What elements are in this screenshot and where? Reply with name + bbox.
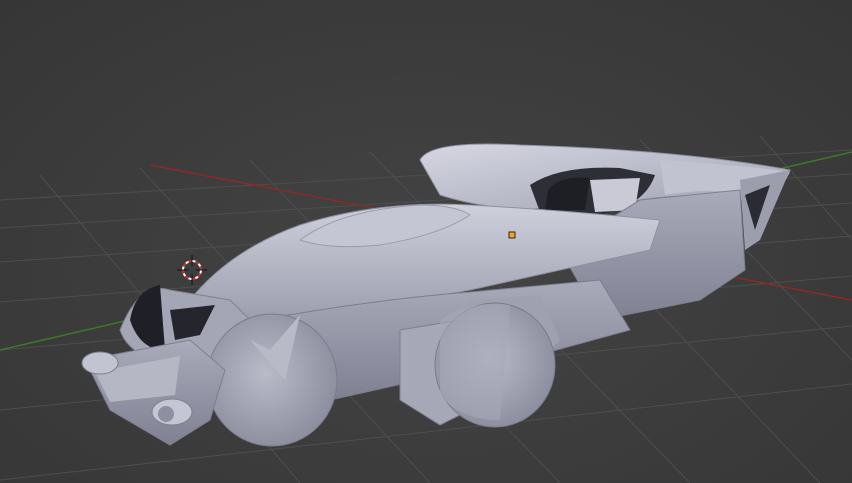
viewport-canvas[interactable] [0,0,852,483]
object-origin-icon[interactable] [508,231,516,239]
headlight-left [81,351,119,375]
3d-cursor-icon[interactable] [177,255,207,285]
3d-viewport[interactable] [0,0,852,483]
